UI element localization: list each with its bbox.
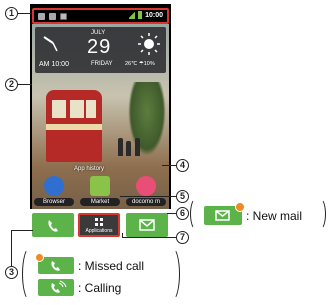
app-market[interactable]: Market (80, 176, 120, 206)
dock: Applications (30, 209, 171, 248)
shopping-bag-icon (90, 176, 110, 196)
widget-temperature: 26℃ ☂10% (125, 61, 155, 67)
battery-icon (138, 11, 143, 19)
callout-6: 6 (176, 207, 189, 220)
widget-weekday: FRIDAY (91, 61, 113, 67)
missed-call-badge-icon (35, 253, 44, 262)
sync-icon (49, 13, 56, 20)
new-mail-badge-icon (235, 202, 245, 212)
phone-button[interactable] (32, 213, 74, 237)
mail-icon (139, 219, 155, 231)
notification-icon (38, 13, 45, 20)
clock-weather-widget[interactable]: AM 10:00 JULY 29 FRIDAY 26℃ ☂10% (35, 27, 166, 73)
app-docomo[interactable]: docomo m (126, 176, 166, 206)
wallpaper-tram (46, 90, 102, 162)
clock-icon (43, 36, 58, 52)
callout-4: 4 (176, 159, 189, 172)
applications-button[interactable]: Applications (78, 213, 120, 237)
calling-legend-icon (38, 279, 74, 296)
new-mail-legend-icon (204, 202, 245, 225)
callout-1: 1 (5, 7, 18, 20)
missed-call-legend-icon (35, 253, 74, 274)
sun-icon (138, 33, 160, 55)
callout-5: 5 (176, 190, 189, 203)
signal-icon (129, 11, 136, 19)
callout-7: 7 (176, 231, 189, 244)
callout-2: 2 (5, 78, 18, 91)
applications-label: Applications (85, 228, 113, 234)
wallpaper-people (116, 134, 146, 156)
phone-screen: 10:00 AM 10:00 JULY 29 FRIDAY 26℃ ☂10% A… (30, 4, 171, 248)
flower-icon (136, 176, 156, 196)
widget-day: 29 (87, 36, 112, 58)
calling-label: : Calling (78, 281, 122, 295)
status-bar[interactable]: 10:00 (32, 8, 169, 24)
app-browser[interactable]: Browser (34, 176, 74, 206)
missed-call-label: : Missed call (78, 259, 145, 273)
status-time: 10:00 (145, 11, 163, 19)
grid-icon (95, 218, 103, 226)
app-history-label: App history (74, 166, 105, 172)
calling-phone-icon (51, 280, 67, 293)
home-screen: AM 10:00 JULY 29 FRIDAY 26℃ ☂10% App his… (32, 24, 169, 229)
phone-icon (48, 220, 58, 232)
widget-time: AM 10:00 (39, 61, 69, 68)
app-notification-icon (60, 13, 67, 20)
new-mail-label: : New mail (246, 209, 303, 223)
globe-icon (44, 176, 64, 196)
callout-3: 3 (5, 266, 18, 279)
mail-button[interactable] (126, 213, 168, 237)
